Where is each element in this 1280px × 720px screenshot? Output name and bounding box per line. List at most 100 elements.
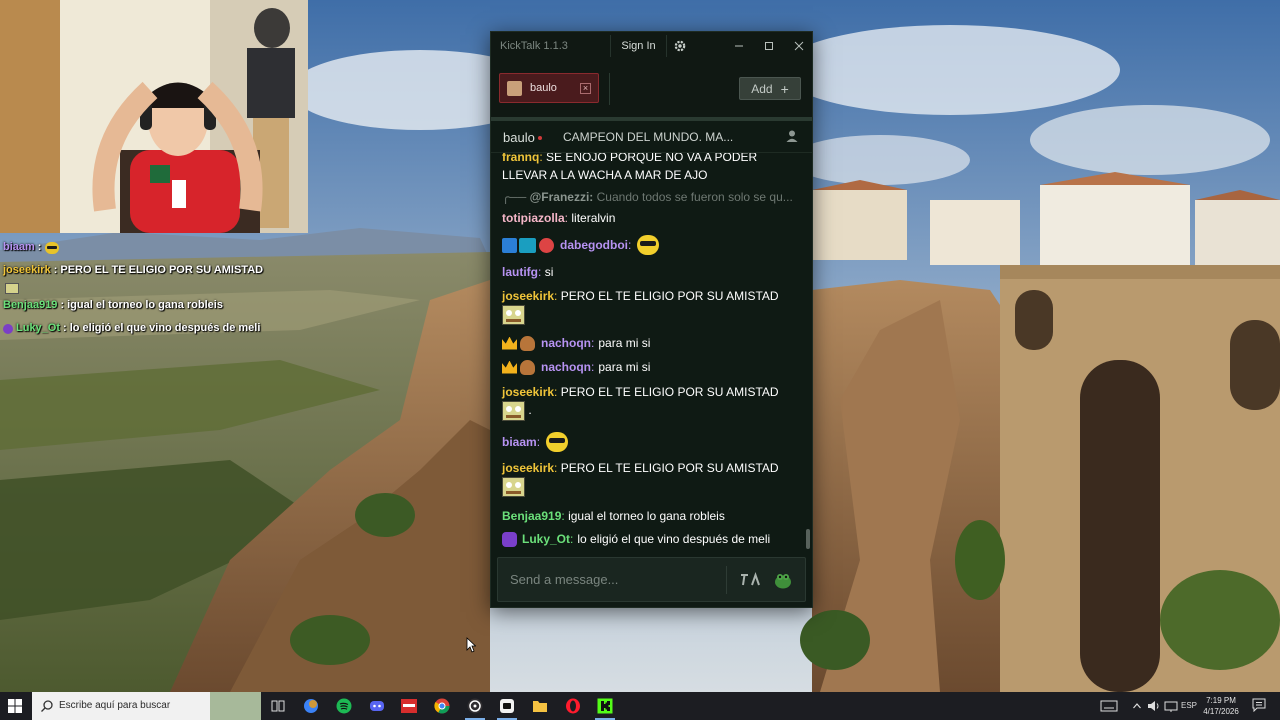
reply-text: Cuando todos se fueron solo se qu...	[596, 190, 793, 204]
chat-username[interactable]: totipiazolla	[502, 211, 565, 225]
chat-message: totipiazolla: literalvin	[502, 209, 800, 227]
clock-time: 7:19 PM	[1206, 696, 1236, 705]
voicemod-icon[interactable]	[397, 695, 421, 717]
user-icon[interactable]	[785, 129, 799, 143]
badge-icon	[520, 359, 535, 375]
overlay-chat-username: biaam	[3, 241, 35, 253]
webcam-overlay	[0, 0, 308, 233]
keyboard-icon[interactable]	[1100, 698, 1118, 714]
app-title: KickTalk 1.1.3	[500, 40, 568, 52]
chat-username[interactable]: joseekirk	[502, 385, 554, 399]
chat-text: PERO EL TE ELIGIO POR SU AMISTAD	[560, 289, 779, 303]
chat-colon: :	[570, 532, 574, 546]
sponge-emote-icon	[5, 282, 19, 294]
overlay-chat-separator: :	[37, 241, 42, 253]
copilot-icon[interactable]	[299, 695, 323, 717]
chat-message: joseekirk: PERO EL TE ELIGIO POR SU AMIS…	[502, 459, 800, 497]
badge-icon	[539, 237, 554, 253]
chat-username[interactable]: Benjaa919	[502, 509, 561, 523]
obs-icon[interactable]	[463, 695, 487, 720]
channel-tab-baulo[interactable]: baulo ×	[499, 73, 599, 103]
reply-preview[interactable]: ╭── @Franezzi: Cuando todos se fueron so…	[502, 190, 793, 204]
overlay-chat-separator: :	[63, 322, 67, 334]
message-composer	[497, 557, 806, 602]
chat-username[interactable]: nachoqn	[541, 358, 591, 376]
kicktalk-taskbar-icon[interactable]	[495, 695, 519, 720]
badge-icon	[502, 237, 517, 253]
settings-gear-icon[interactable]	[672, 38, 688, 54]
sign-in-button[interactable]: Sign In	[610, 35, 667, 57]
opera-icon[interactable]	[561, 695, 585, 717]
cool-emote-icon	[546, 432, 569, 452]
spotify-icon[interactable]	[332, 695, 356, 717]
overlay-chat-line: Benjaa919 : igual el torneo lo gana robl…	[3, 294, 303, 317]
window-titlebar[interactable]: KickTalk 1.1.3 Sign In	[491, 32, 812, 61]
search-highlight-image	[210, 692, 261, 720]
overlay-chat-line: biaam :	[3, 236, 303, 259]
maximize-icon[interactable]	[760, 37, 778, 55]
task-view-icon[interactable]	[266, 695, 290, 717]
sub-badge-icon	[519, 237, 536, 253]
chat-colon: :	[591, 336, 595, 350]
volume-icon[interactable]	[1147, 698, 1161, 714]
file-explorer-icon[interactable]	[528, 695, 552, 717]
overlay-chat-username: joseekirk	[3, 264, 51, 276]
chat-username[interactable]: joseekirk	[502, 461, 554, 475]
chat-text: literalvin	[571, 211, 616, 225]
stream-title: CAMPEON DEL MUNDO. MA...	[563, 130, 734, 144]
kicktalk-window: KickTalk 1.1.3 Sign In baulo × Add + bau…	[490, 31, 813, 608]
channel-tab-label: baulo	[530, 82, 557, 94]
chat-message: Luky_Ot: lo eligió el que vino después d…	[502, 530, 800, 548]
message-input[interactable]	[498, 558, 723, 601]
chevron-up-icon[interactable]	[1132, 698, 1142, 714]
mouse-cursor-icon	[466, 637, 476, 653]
overlay-chat-emote-row	[3, 282, 303, 294]
overlay-chat-separator: :	[53, 264, 58, 276]
notification-icon[interactable]	[1252, 698, 1266, 712]
chat-text: para mi si	[598, 336, 651, 350]
chat-message: frannq: SE ENOJO PORQUE NO VA A PODER LL…	[502, 153, 800, 184]
chat-username[interactable]: joseekirk	[502, 289, 554, 303]
overlay-chat-line: joseekirk : PERO EL TE ELIGIO POR SU AMI…	[3, 259, 303, 282]
stream-channel-name[interactable]: baulo	[503, 130, 535, 145]
search-icon	[41, 700, 53, 712]
translate-icon[interactable]	[738, 570, 762, 590]
live-indicator-icon	[538, 136, 542, 140]
chat-username[interactable]: Luky_Ot	[522, 530, 570, 548]
chat-username[interactable]: nachoqn	[541, 334, 591, 352]
taskbar-search-box[interactable]: Escribe aquí para buscar	[32, 692, 261, 720]
windows-start-icon[interactable]	[6, 697, 24, 715]
chrome-icon[interactable]	[430, 695, 454, 717]
chat-scrollbar-thumb[interactable]	[806, 529, 810, 549]
taskbar-clock[interactable]: 7:19 PM 4/17/2026	[1198, 695, 1244, 717]
kick-icon[interactable]	[593, 695, 617, 720]
subscriber-badge-icon	[502, 531, 517, 547]
cool-emote-icon	[45, 241, 60, 254]
sponge-emote-icon	[502, 401, 525, 421]
add-channel-button[interactable]: Add +	[739, 77, 801, 100]
clock-date: 4/17/2026	[1203, 707, 1239, 716]
chat-colon: :	[554, 289, 558, 303]
stream-info-header: baulo CAMPEON DEL MUNDO. MA...	[491, 121, 812, 153]
minimize-icon[interactable]	[730, 37, 748, 55]
chat-username[interactable]: dabegodboi	[560, 236, 628, 254]
chat-text: si	[544, 265, 554, 279]
chat-text: PERO EL TE ELIGIO POR SU AMISTAD	[560, 385, 779, 399]
plus-icon: +	[780, 80, 789, 97]
chat-username[interactable]: frannq	[502, 153, 539, 164]
cool-emote-icon	[637, 235, 660, 255]
reply-username: @Franezzi:	[529, 190, 594, 204]
chat-message-list[interactable]: frannq: SE ENOJO PORQUE NO VA A PODER LL…	[491, 153, 812, 548]
channel-tab-bar: baulo × Add +	[491, 61, 812, 117]
chat-text: PERO EL TE ELIGIO POR SU AMISTAD	[560, 461, 779, 475]
stream-chat-overlay: biaam : joseekirk : PERO EL TE ELIGIO PO…	[3, 236, 303, 340]
emote-picker-icon[interactable]	[773, 570, 793, 590]
discord-icon[interactable]	[365, 695, 389, 717]
chat-username[interactable]: biaam	[502, 433, 537, 451]
close-icon[interactable]	[790, 37, 808, 55]
input-language[interactable]: ESP	[1181, 701, 1197, 710]
channel-avatar	[507, 80, 522, 96]
tab-close-button[interactable]: ×	[580, 83, 591, 94]
network-icon[interactable]	[1164, 698, 1178, 714]
chat-username[interactable]: lautifg	[502, 265, 538, 279]
